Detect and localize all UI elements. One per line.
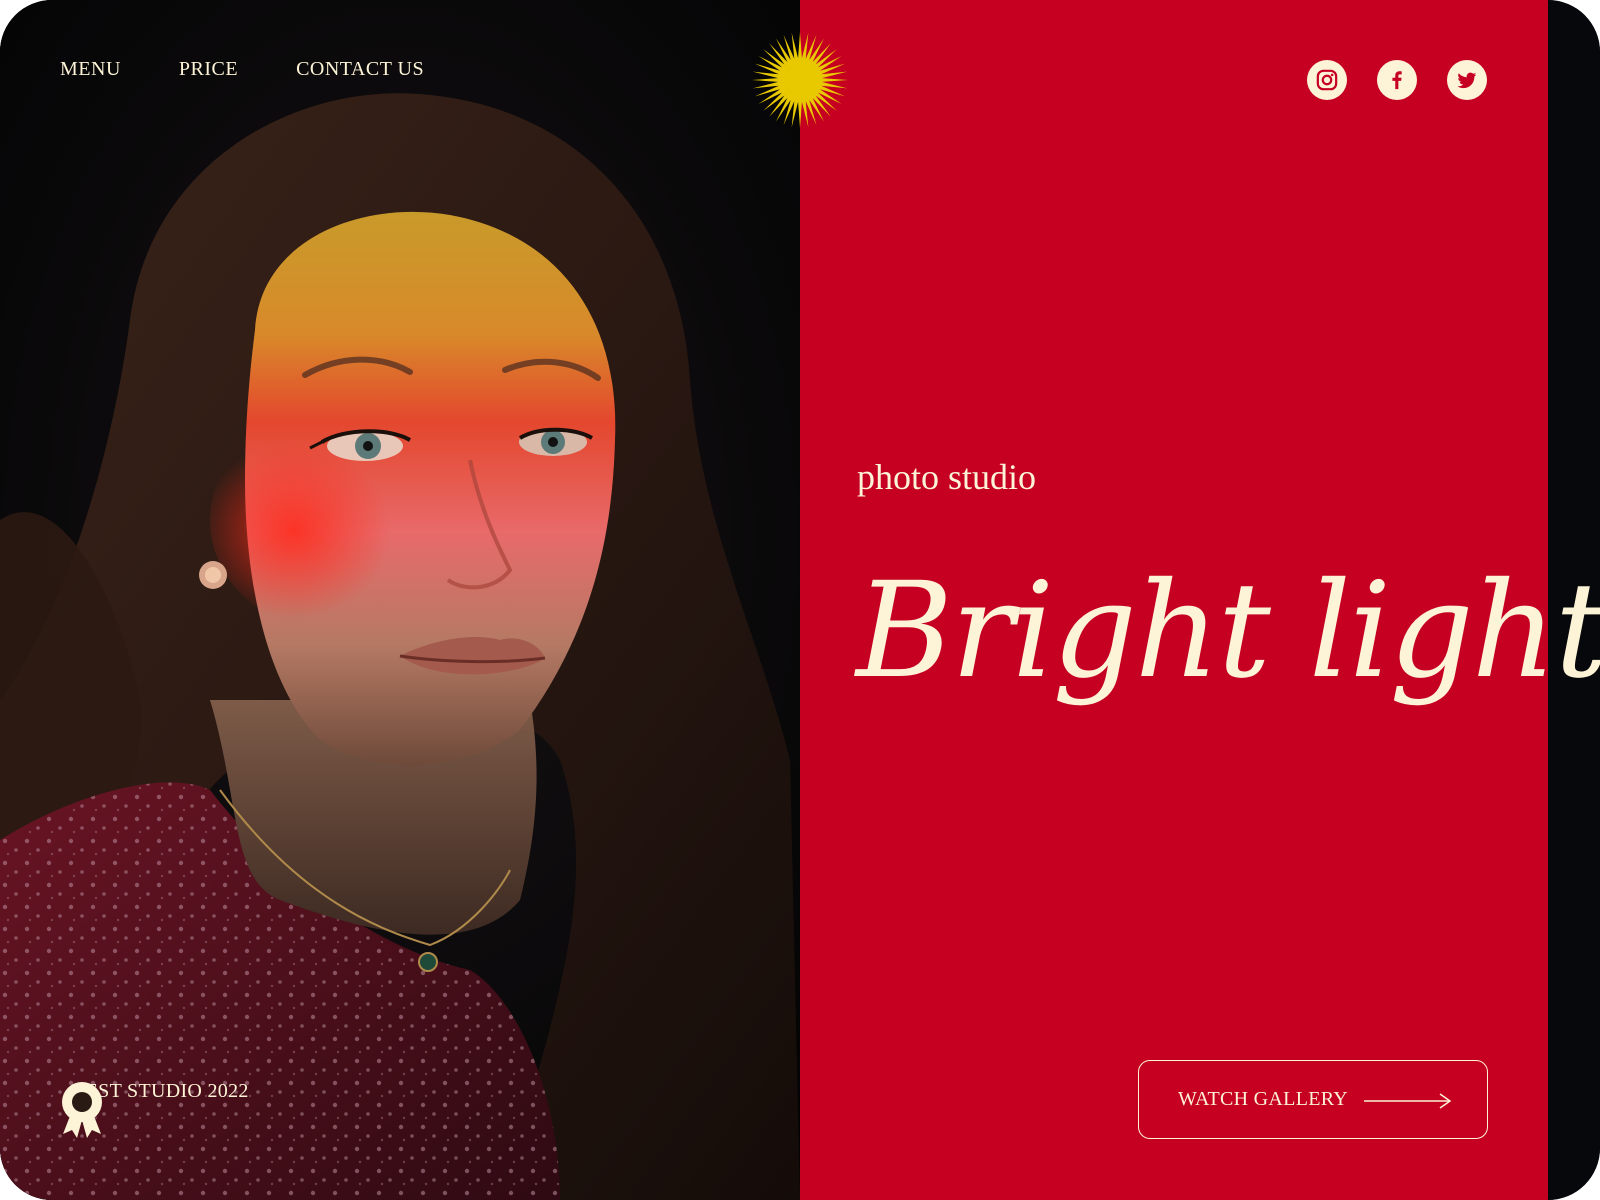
watch-gallery-label: WATCH GALLERY <box>1178 1088 1349 1110</box>
nav-menu[interactable]: MENU <box>60 58 121 81</box>
social-links <box>1307 60 1487 100</box>
award-badge: BEST STUDIO 2022 <box>60 1080 249 1138</box>
nav-price[interactable]: PRICE <box>179 58 238 81</box>
watch-gallery-button[interactable]: WATCH GALLERY <box>1138 1060 1488 1139</box>
sun-burst-icon[interactable] <box>750 30 850 130</box>
facebook-icon[interactable] <box>1377 60 1417 100</box>
landing-page: BEST STUDIO 2022 MENU PRICE CONTACT US p… <box>0 0 1600 1200</box>
nav-contact-us[interactable]: CONTACT US <box>296 58 424 81</box>
portrait-illustration <box>0 0 800 1200</box>
twitter-icon[interactable] <box>1447 60 1487 100</box>
instagram-icon[interactable] <box>1307 60 1347 100</box>
arrow-right-icon <box>1364 1091 1454 1116</box>
hero-subtitle: photo studio <box>857 457 1037 497</box>
main-nav: MENU PRICE CONTACT US <box>60 58 482 81</box>
hero-title: Bright light <box>856 554 1600 708</box>
portrait-photo: BEST STUDIO 2022 <box>0 0 800 1200</box>
